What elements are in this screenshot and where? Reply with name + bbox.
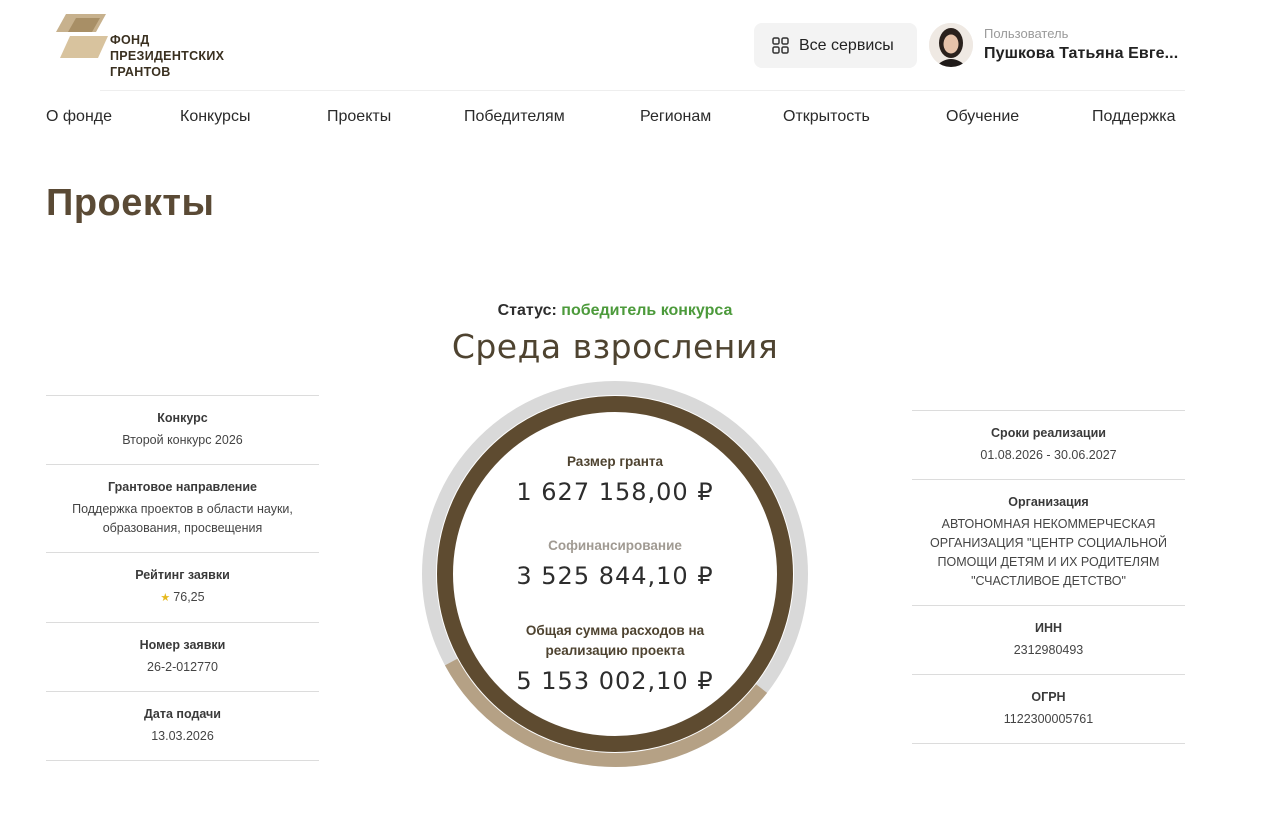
info-value: АВТОНОМНАЯ НЕКОММЕРЧЕСКАЯ ОРГАНИЗАЦИЯ "Ц… xyxy=(930,517,1167,588)
user-name[interactable]: Пушкова Татьяна Евге... xyxy=(984,45,1178,63)
info-value: Поддержка проектов в области науки, обра… xyxy=(72,502,293,535)
info-label: Организация xyxy=(1008,495,1089,509)
grant-block: Размер гранта xyxy=(440,454,790,469)
all-services-label: Все сервисы xyxy=(799,36,894,54)
info-value: 2312980493 xyxy=(1013,643,1084,657)
info-value: 1122300005761 xyxy=(1003,712,1094,726)
info-label: Сроки реализации xyxy=(991,426,1106,440)
info-organization: Организация АВТОНОМНАЯ НЕКОММЕРЧЕСКАЯ ОР… xyxy=(912,479,1185,605)
info-label: Конкурс xyxy=(157,411,208,425)
info-submission-date: Дата подачи 13.03.2026 xyxy=(46,691,319,761)
nav-item-openness[interactable]: Открытость xyxy=(783,108,870,126)
info-value: Второй конкурс 2026 xyxy=(122,433,243,447)
grant-value: 1 627 158,00 ₽ xyxy=(516,478,714,506)
nav-item-winners[interactable]: Победителям xyxy=(464,108,565,126)
logo[interactable]: ФОНД ПРЕЗИДЕНТСКИХ ГРАНТОВ xyxy=(56,14,256,80)
info-label: Грантовое направление xyxy=(108,480,257,494)
info-label: ИНН xyxy=(1034,621,1063,635)
avatar-image xyxy=(929,23,973,67)
nav-item-education[interactable]: Обучение xyxy=(946,108,1019,126)
info-implementation-period: Сроки реализации 01.08.2026 - 30.06.2027 xyxy=(912,410,1185,479)
info-value: 26-2-012770 xyxy=(147,660,218,674)
cofin-block: Софинансирование xyxy=(440,538,790,553)
project-status: Статус: победитель конкурса xyxy=(0,302,1230,320)
grant-label: Размер гранта xyxy=(566,454,664,469)
main-nav: О фонде Конкурсы Проекты Победителям Рег… xyxy=(46,108,1186,130)
user-role: Пользователь xyxy=(984,26,1069,41)
info-label: ОГРН xyxy=(1031,690,1066,704)
project-name: Среда взросления xyxy=(451,327,779,366)
total-expenses-value: 5 153 002,10 ₽ xyxy=(516,667,714,695)
header-divider xyxy=(100,90,1185,91)
info-contest: Конкурс Второй конкурс 2026 xyxy=(46,395,319,464)
cofinancing-label: Софинансирование xyxy=(548,538,682,553)
info-application-number: Номер заявки 26-2-012770 xyxy=(46,622,319,691)
logo-line-1: ФОНД xyxy=(110,33,150,47)
info-inn: ИНН 2312980493 xyxy=(912,605,1185,674)
info-value: 13.03.2026 xyxy=(151,729,214,743)
cofin-value-wrap: 3 525 844,10 ₽ xyxy=(440,562,790,590)
grid-icon xyxy=(772,37,789,54)
project-details-right: Сроки реализации 01.08.2026 - 30.06.2027… xyxy=(912,410,1185,744)
all-services-button[interactable]: Все сервисы xyxy=(754,23,917,68)
total-expenses-label: Общая сумма расходов на реализацию проек… xyxy=(525,623,705,658)
page-title: Проекты xyxy=(46,182,215,224)
status-label: Статус: xyxy=(497,302,557,319)
info-rating: Рейтинг заявки ★ 76,25 xyxy=(46,552,319,622)
nav-item-support[interactable]: Поддержка xyxy=(1092,108,1175,126)
nav-item-regions[interactable]: Регионам xyxy=(640,108,711,126)
avatar[interactable] xyxy=(929,23,973,67)
info-label: Дата подачи xyxy=(144,707,221,721)
grant-value-wrap: 1 627 158,00 ₽ xyxy=(440,478,790,506)
cofinancing-value: 3 525 844,10 ₽ xyxy=(516,562,714,590)
info-value: 01.08.2026 - 30.06.2027 xyxy=(980,448,1117,462)
info-label: Рейтинг заявки xyxy=(135,568,230,582)
info-ogrn: ОГРН 1122300005761 xyxy=(912,674,1185,744)
project-details-left: Конкурс Второй конкурс 2026 Грантовое на… xyxy=(46,395,319,761)
info-grant-direction: Грантовое направление Поддержка проектов… xyxy=(46,464,319,552)
nav-item-projects[interactable]: Проекты xyxy=(327,108,391,126)
logo-line-2: ПРЕЗИДЕНТСКИХ xyxy=(110,49,225,63)
info-label: Номер заявки xyxy=(139,638,226,652)
logo-text: ФОНД ПРЕЗИДЕНТСКИХ ГРАНТОВ xyxy=(110,32,224,80)
status-value: победитель конкурса xyxy=(561,302,733,319)
total-value-wrap: 5 153 002,10 ₽ xyxy=(440,667,790,695)
total-block: Общая сумма расходов на реализацию проек… xyxy=(515,621,715,661)
nav-item-about[interactable]: О фонде xyxy=(46,108,112,126)
nav-item-contests[interactable]: Конкурсы xyxy=(180,108,250,126)
fpg-logo-icon xyxy=(56,14,108,58)
star-icon: ★ xyxy=(160,592,171,604)
info-value: 76,25 xyxy=(173,590,205,604)
logo-line-3: ГРАНТОВ xyxy=(110,65,171,79)
